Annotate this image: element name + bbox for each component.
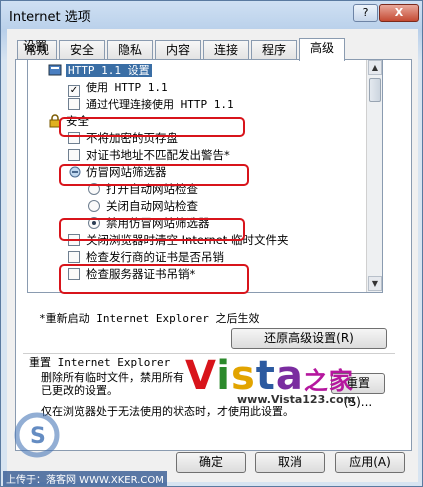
tab-content[interactable]: 内容 [155,40,201,60]
reset-description: 删除所有临时文件，禁用所有已更改的设置。 [41,371,184,397]
list-item-check-publisher-revocation[interactable]: 检查发行商的证书是否吊销 [68,249,224,265]
scroll-thumb[interactable] [369,78,381,102]
tab-privacy[interactable]: 隐私 [107,40,153,60]
help-button[interactable]: ? [353,4,378,22]
apply-button[interactable]: 应用(A) [335,452,405,473]
watermark-seal-icon: S [14,412,60,458]
scroll-up-icon[interactable]: ▲ [368,60,382,75]
watermark-footer: 上传于：落客网 WWW.XKER.COM [3,471,167,486]
tab-advanced[interactable]: 高级 [299,38,345,61]
settings-category-icon [48,63,62,77]
window-title: Internet 选项 [9,10,91,25]
watermark-url: www.Vista123.com [237,393,355,406]
close-button[interactable]: X [379,4,419,22]
internet-options-dialog: Internet 选项 ? X 常规 安全 隐私 内容 连接 程序 高级 设置 … [0,0,423,487]
tab-security[interactable]: 安全 [59,40,105,60]
tab-connections[interactable]: 连接 [203,40,249,60]
scroll-down-icon[interactable]: ▼ [368,276,382,291]
category-label: HTTP 1.1 设置 [66,64,152,77]
checkbox[interactable] [68,149,80,161]
svg-text:S: S [30,424,46,449]
checkbox[interactable] [68,98,80,110]
cancel-button[interactable]: 取消 [255,452,325,473]
list-item-phishing-off[interactable]: 关闭自动网站检查 [88,198,198,214]
radio-button[interactable] [88,200,100,212]
list-item-http-category: HTTP 1.1 设置 [48,62,152,78]
annotation-highlight [59,164,249,186]
restore-advanced-settings-button[interactable]: 还原高级设置(R) [231,328,387,349]
annotation-highlight [59,218,245,241]
reset-group-title: 重置 Internet Explorer [29,354,175,370]
list-scrollbar[interactable]: ▲ ▼ [366,60,382,292]
annotation-highlight [59,117,245,137]
checkbox[interactable] [68,251,80,263]
annotation-highlight [59,264,249,294]
restart-note: *重新启动 Internet Explorer 之后生效 [39,312,260,325]
tab-programs[interactable]: 程序 [251,40,297,60]
ok-button[interactable]: 确定 [176,452,246,473]
title-bar: Internet 选项 ? X [1,1,422,29]
list-item-http11-proxy[interactable]: 通过代理连接使用 HTTP 1.1 [68,96,234,112]
tab-strip: 常规 安全 隐私 内容 连接 程序 高级 [15,38,415,61]
list-item-use-http11[interactable]: ✓ 使用 HTTP 1.1 [68,79,168,97]
settings-group-label: 设置 [23,39,48,53]
list-item-warn-cert-mismatch[interactable]: 对证书地址不匹配发出警告* [68,147,230,163]
